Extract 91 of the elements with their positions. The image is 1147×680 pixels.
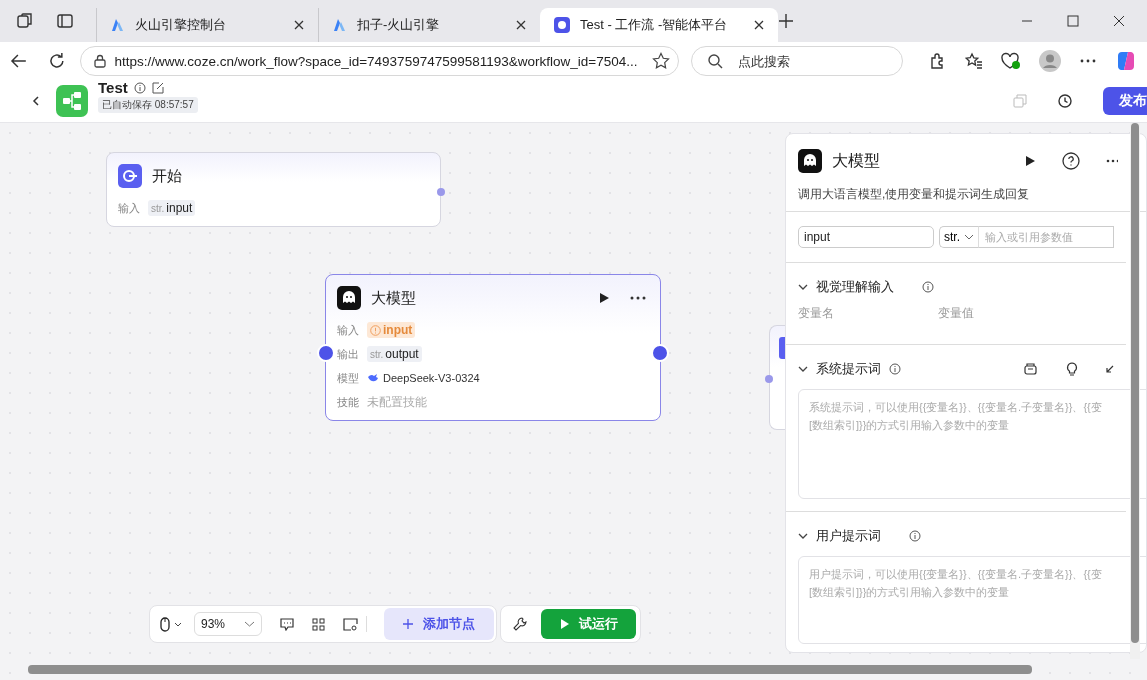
- row-label: 输入: [337, 322, 359, 338]
- minimap-icon[interactable]: [343, 617, 358, 631]
- comment-icon[interactable]: [280, 617, 294, 631]
- add-node-button[interactable]: 添加节点: [384, 608, 494, 640]
- back-icon[interactable]: [30, 95, 42, 107]
- node-title: 开始: [152, 166, 182, 186]
- section-title: 用户提示词: [816, 527, 881, 545]
- run-icon[interactable]: [598, 292, 610, 304]
- layout-icon[interactable]: [312, 617, 325, 631]
- new-tab-icon[interactable]: [778, 13, 794, 29]
- wrench-icon[interactable]: [513, 617, 527, 631]
- mountain-icon: [333, 18, 347, 32]
- close-icon[interactable]: [516, 20, 526, 30]
- app-icon: [554, 17, 570, 33]
- search-field[interactable]: 点此搜索: [691, 46, 903, 76]
- chevron-down-icon[interactable]: [798, 366, 808, 372]
- more-icon[interactable]: [630, 296, 646, 300]
- avatar-icon[interactable]: [1039, 50, 1061, 72]
- lightbulb-icon[interactable]: [1066, 362, 1078, 376]
- warning-icon: [370, 324, 381, 336]
- chevron-down-icon: [964, 234, 974, 240]
- favorites-icon[interactable]: [965, 52, 983, 70]
- play-icon: [559, 619, 569, 629]
- column-header: 变量值: [938, 305, 975, 322]
- workflow-logo-icon: [56, 85, 88, 117]
- mouse-icon: [160, 616, 170, 632]
- node-icon: [779, 337, 785, 359]
- refresh-icon[interactable]: [47, 52, 66, 70]
- health-icon[interactable]: [1001, 52, 1021, 70]
- output-port[interactable]: [437, 188, 445, 196]
- interaction-mode-button[interactable]: [160, 616, 182, 632]
- mountain-icon: [111, 18, 125, 32]
- chevron-down-icon: [244, 621, 255, 627]
- row-label: 技能: [337, 394, 359, 410]
- ghost-icon: [798, 149, 822, 173]
- row-label: 输出: [337, 346, 359, 362]
- close-icon[interactable]: [754, 20, 764, 30]
- edit-icon[interactable]: [151, 82, 164, 94]
- plus-icon: [403, 619, 413, 629]
- node-title: 大模型: [371, 288, 416, 308]
- more-icon[interactable]: [1106, 159, 1118, 163]
- zoom-select[interactable]: 93%: [194, 612, 262, 636]
- copilot-icon[interactable]: [1115, 50, 1137, 72]
- variable-name-field[interactable]: input: [798, 226, 934, 248]
- row-label: 输入: [118, 200, 140, 216]
- workflow-title: Test: [98, 81, 128, 95]
- row-label: 模型: [337, 370, 359, 386]
- maximize-icon[interactable]: [1067, 15, 1079, 27]
- section-title: 视觉理解输入: [816, 278, 894, 296]
- run-icon[interactable]: [1024, 155, 1036, 167]
- info-icon[interactable]: [909, 530, 921, 542]
- row-value: 未配置技能: [367, 393, 427, 411]
- workspaces-icon[interactable]: [16, 12, 34, 30]
- warning-tag: input: [367, 322, 416, 338]
- search-icon: [707, 53, 723, 69]
- node-card[interactable]: 开始 输入 str. input: [106, 152, 441, 227]
- variable-tag: str. output: [367, 346, 422, 362]
- start-icon: [118, 164, 142, 188]
- info-icon[interactable]: [889, 363, 901, 375]
- collapse-icon[interactable]: [1106, 365, 1114, 373]
- back-icon[interactable]: [10, 52, 28, 70]
- browser-tab[interactable]: Test - 工作流 -智能体平台: [540, 8, 778, 42]
- variable-tag: str. input: [148, 200, 196, 216]
- ghost-icon: [337, 286, 361, 310]
- help-icon[interactable]: [1062, 152, 1080, 170]
- chevron-down-icon[interactable]: [798, 284, 808, 290]
- chevron-down-icon: [174, 621, 182, 627]
- chevron-down-icon[interactable]: [798, 533, 808, 539]
- input-port[interactable]: [317, 344, 335, 362]
- library-icon[interactable]: [1024, 363, 1038, 375]
- tab-actions-icon[interactable]: [56, 12, 74, 30]
- column-header: 变量名: [798, 305, 835, 322]
- close-icon[interactable]: [294, 20, 304, 30]
- info-icon[interactable]: [133, 82, 146, 94]
- section-title: 系统提示词: [816, 360, 881, 378]
- variable-value-field[interactable]: 输入或引用参数值: [978, 226, 1114, 248]
- publish-button[interactable]: 发布: [1103, 87, 1147, 115]
- history-icon[interactable]: [1057, 93, 1073, 109]
- vertical-scrollbar[interactable]: [1130, 123, 1140, 659]
- lock-icon: [92, 54, 107, 68]
- star-icon[interactable]: [652, 52, 670, 70]
- output-port[interactable]: [651, 344, 669, 362]
- node-card[interactable]: 大模型 输入 input 输出 str. output 模型 DeepSeek-V3-0324 技能 未配置技能: [325, 274, 661, 421]
- node-card[interactable]: [769, 325, 785, 430]
- close-icon[interactable]: [1113, 15, 1125, 27]
- info-icon[interactable]: [922, 281, 934, 293]
- save-status: 已自动保存 08:57:57: [98, 97, 198, 113]
- whale-icon: [367, 373, 379, 383]
- panel-title: 大模型: [832, 150, 880, 171]
- input-port[interactable]: [765, 375, 773, 383]
- model-name: DeepSeek-V3-0324: [383, 372, 480, 384]
